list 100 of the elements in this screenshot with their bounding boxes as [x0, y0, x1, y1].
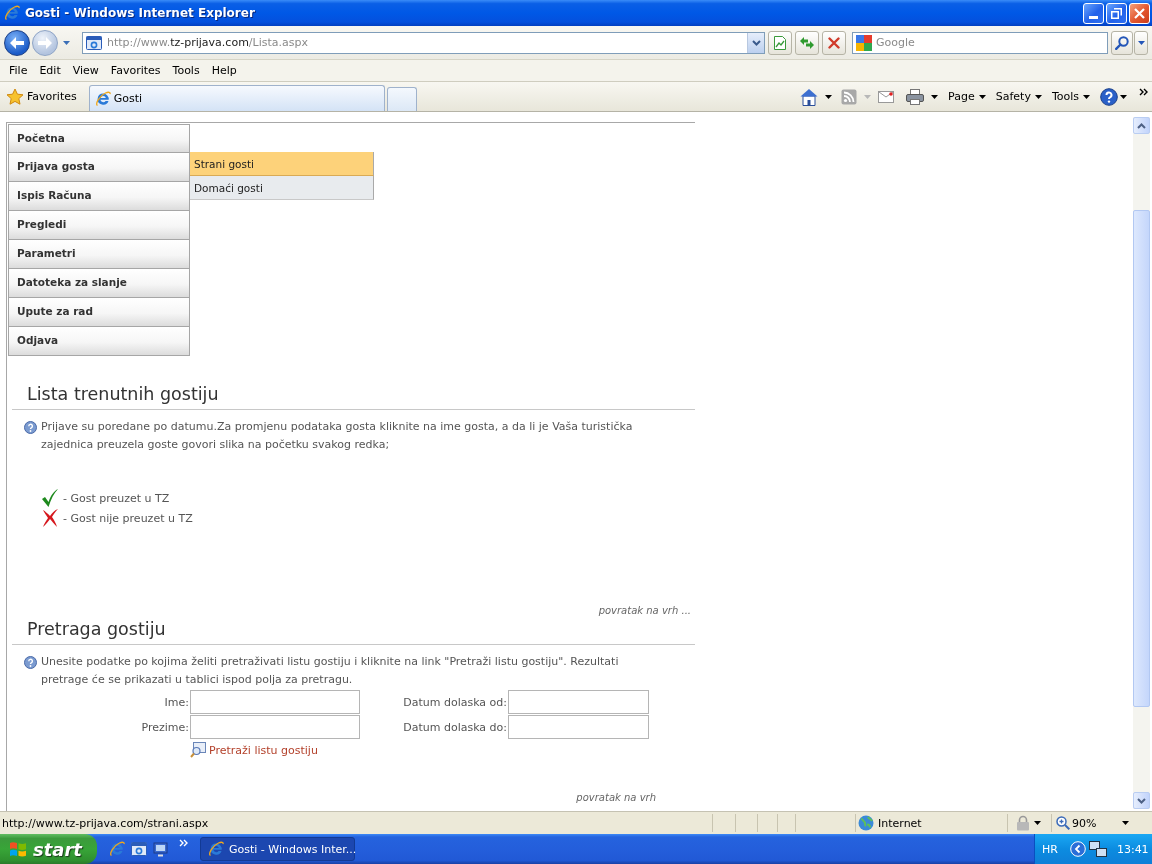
section-heading: Pretraga gostiju	[27, 619, 166, 639]
browser-logo-icon	[94, 90, 111, 107]
back-to-top-link[interactable]: povratak na vrh	[576, 791, 656, 804]
refresh-icon	[799, 35, 815, 50]
search-button[interactable]	[1111, 30, 1133, 55]
input-field[interactable]	[190, 715, 360, 739]
menu-item[interactable]: Edit	[33, 64, 67, 77]
clock: 13:41	[1116, 842, 1149, 856]
close-button[interactable]	[1129, 2, 1150, 24]
legend-text: - Gost preuzet u TZ	[63, 491, 170, 505]
double-chevron-icon[interactable]	[1139, 87, 1148, 96]
zone-label: Internet	[878, 816, 922, 830]
submenu-item[interactable]: Strani gosti	[190, 152, 374, 176]
check-icon	[41, 488, 59, 508]
caret-icon[interactable]	[1122, 821, 1130, 825]
caret-icon	[1137, 40, 1145, 45]
input-field[interactable]	[508, 690, 649, 714]
back-to-top-link[interactable]: povratak na vrh ...	[598, 604, 691, 617]
menu-item[interactable]: Upute za rad	[8, 298, 190, 327]
help-icon[interactable]	[1100, 87, 1118, 106]
field-label: Ime:	[164, 695, 190, 709]
menu-item[interactable]: Ispis Računa	[8, 182, 190, 211]
network-icon[interactable]	[1088, 841, 1107, 857]
menu-item[interactable]: Favorites	[104, 64, 167, 77]
command-menu-button[interactable]: Tools	[1051, 85, 1090, 108]
menu-item[interactable]: File	[3, 64, 34, 77]
info-text: Prijave su poredane po datumu.Za promjenu podataka gosta kliknite na ime gosta, a da li je Vaša turistička zajednica preuzela goste govori slika na početku svakog redka;	[41, 419, 634, 453]
browser-logo-icon[interactable]	[109, 841, 125, 857]
menu-item[interactable]: Početna	[8, 124, 190, 153]
menu-item[interactable]: Tools	[166, 64, 206, 77]
tab[interactable]: Gosti	[88, 85, 385, 111]
input-field[interactable]	[508, 715, 649, 739]
section-heading: Lista trenutnih gostiju	[27, 384, 219, 404]
window-title: Gosti - Windows Internet Explorer	[25, 6, 255, 20]
legend-text: - Gost nije preuzet u TZ	[63, 511, 193, 525]
caret-icon[interactable]	[1034, 821, 1041, 825]
compatibility-button[interactable]	[768, 30, 792, 55]
caret-icon	[978, 94, 986, 99]
browser-logo-icon	[4, 5, 20, 21]
back-arrow-icon	[10, 36, 24, 49]
caret-icon	[1034, 94, 1042, 99]
search-link[interactable]: Pretraži listu gostiju	[190, 742, 318, 758]
menu-item[interactable]: Prijava gosta	[8, 153, 190, 182]
field-label: Datum dolaska od:	[403, 695, 508, 709]
input-field[interactable]	[190, 690, 360, 714]
window-icon	[86, 34, 102, 51]
status-text: http://www.tz-prijava.com/strani.aspx	[1, 816, 210, 830]
command-menu-button[interactable]: Page	[948, 85, 986, 108]
question-icon	[24, 656, 37, 669]
envelope-icon[interactable]	[878, 90, 895, 103]
question-icon	[24, 421, 37, 434]
menu-item[interactable]: Pregledi	[8, 211, 190, 240]
home-icon[interactable]	[800, 87, 819, 106]
restore-icon	[1111, 7, 1122, 19]
flag-icon	[9, 841, 27, 857]
command-menu-button[interactable]: Safety	[995, 85, 1042, 108]
submenu-item[interactable]: Domaći gosti	[190, 176, 374, 200]
favorites-button[interactable]: Favorites	[4, 85, 79, 108]
restore-button[interactable]	[1106, 2, 1127, 24]
forward-arrow-icon	[38, 36, 52, 49]
refresh-button[interactable]	[795, 30, 819, 55]
menu-item[interactable]: Help	[205, 64, 243, 77]
star-icon	[6, 87, 24, 106]
menu-item[interactable]: View	[66, 64, 105, 77]
search-icon	[1115, 35, 1129, 50]
caret-icon	[1083, 94, 1090, 99]
menu-item[interactable]: Datoteka za slanje	[8, 269, 190, 298]
address-dropdown-button[interactable]	[747, 32, 764, 53]
magnifier-icon	[190, 742, 206, 758]
menu-item[interactable]: Odjava	[8, 327, 190, 356]
close-icon	[1134, 7, 1145, 19]
stop-icon	[828, 36, 840, 49]
field-label: Prezime:	[141, 720, 190, 734]
document-icon	[772, 34, 788, 51]
cross-icon	[41, 508, 59, 528]
scrollbar-thumb[interactable]	[1133, 210, 1150, 707]
stop-button[interactable]	[822, 30, 846, 55]
search-options-button[interactable]	[1134, 30, 1148, 55]
menu-item[interactable]: Parametri	[8, 240, 190, 269]
minimize-button[interactable]	[1083, 2, 1104, 24]
printer-icon[interactable]	[906, 88, 925, 105]
desktop-icon[interactable]	[153, 841, 169, 857]
taskbar-button[interactable]: Gosti - Windows Inter...	[200, 837, 355, 861]
back-button[interactable]	[4, 29, 30, 56]
caret-icon[interactable]	[931, 94, 939, 99]
language-indicator[interactable]: HR	[1042, 842, 1058, 856]
chevron-left-icon[interactable]	[1069, 841, 1086, 857]
chevron-down-icon	[751, 39, 761, 46]
scroll-up-button[interactable]	[1133, 117, 1150, 134]
scroll-down-button[interactable]	[1133, 792, 1150, 809]
address-field[interactable]: http://www.tz-prijava.com/Lista.aspx	[82, 31, 765, 54]
zoom-button[interactable]: 90%	[1056, 816, 1097, 830]
browser-logo-icon	[208, 841, 224, 857]
field-label: Datum dolaska do:	[403, 720, 508, 734]
info-text: Unesite podatke po kojima želiti pretraživati listu gostiju i kliknite na link "Pretraži listu gostiju". Rezultati pretrage će se prikazati u tablici ispod polja za pretragu.	[41, 654, 620, 688]
caret-icon[interactable]	[1120, 94, 1127, 99]
caret-icon[interactable]	[825, 94, 833, 99]
window-icon[interactable]	[131, 841, 147, 857]
search-field[interactable]: Google	[852, 31, 1108, 54]
zoom-icon	[1056, 816, 1070, 830]
